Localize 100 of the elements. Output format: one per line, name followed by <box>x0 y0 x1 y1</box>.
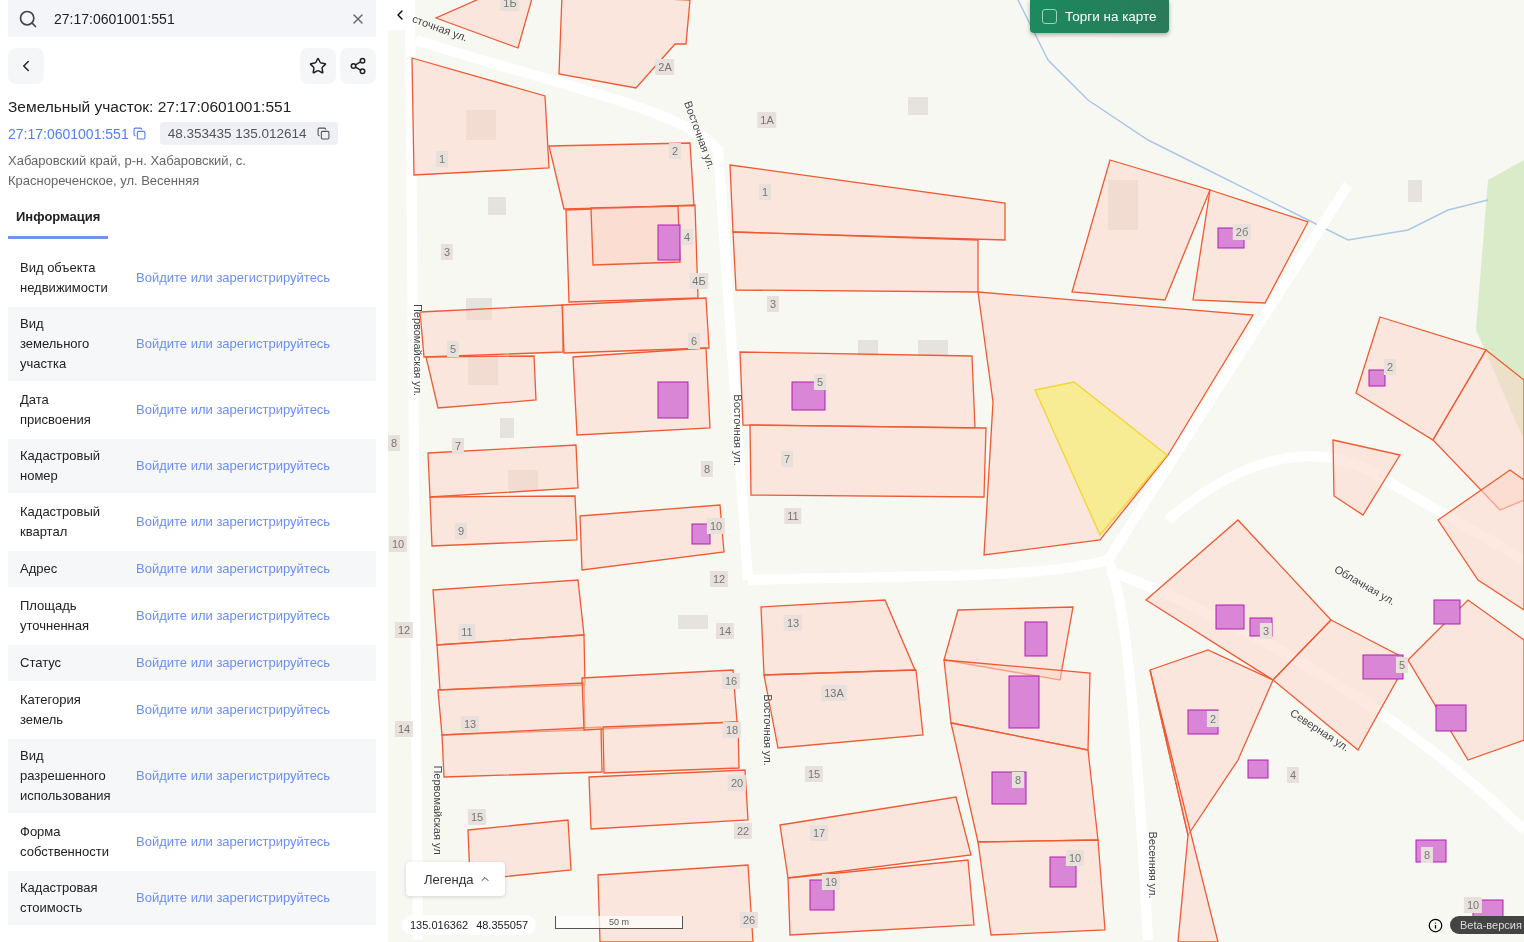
house-number-label: 7 <box>451 438 465 454</box>
house-number-label: 8 <box>700 461 714 477</box>
login-link[interactable]: Войдите или зарегистрируйтесь <box>136 766 364 786</box>
property-label: Категория земель <box>20 691 82 729</box>
copy-icon <box>316 127 330 140</box>
house-number-label: 3 <box>766 296 780 312</box>
street-name-label: Первомайская ул <box>432 765 444 855</box>
copy-icon <box>132 127 146 140</box>
login-link[interactable]: Войдите или зарегистрируйтесь <box>136 606 364 626</box>
beta-badge: Beta-версия <box>1450 916 1524 934</box>
property-label: Площадь уточненная <box>20 597 91 635</box>
house-number-label: 4Б <box>689 273 709 289</box>
house-number-label: 1 <box>758 184 772 200</box>
share-icon <box>349 57 367 75</box>
house-number-label: 10 <box>706 518 726 534</box>
house-number-label: 17 <box>809 825 829 841</box>
house-number-label: 15 <box>467 809 487 825</box>
house-number-label: 20 <box>727 775 747 791</box>
property-label: Дата присвоения <box>20 391 92 429</box>
house-number-label: 16 <box>721 673 741 689</box>
share-button[interactable] <box>340 48 376 84</box>
property-label: Форма собственности <box>20 823 110 861</box>
login-link[interactable]: Войдите или зарегистрируйтесь <box>136 512 364 532</box>
house-number-label: 10 <box>1065 850 1085 866</box>
login-link[interactable]: Войдите или зарегистрируйтесь <box>136 334 364 354</box>
house-number-label: 6 <box>687 333 701 349</box>
house-number-label: 26 <box>739 912 759 928</box>
info-icon <box>1428 918 1443 933</box>
house-number-label: 12 <box>709 571 729 587</box>
coordinates-chip[interactable]: 48.353435 135.012614 <box>159 122 338 145</box>
house-number-label: 2 <box>1206 711 1220 727</box>
property-label: Вид разрешенного использования <box>20 747 112 805</box>
login-link[interactable]: Войдите или зарегистрируйтесь <box>136 653 364 673</box>
house-number-label: 13 <box>460 716 480 732</box>
object-address: Хабаровский край, р-н. Хабаровский, с. Краснореченское, ул. Весенняя <box>8 152 247 190</box>
house-number-label: 19 <box>821 874 841 890</box>
login-link[interactable]: Войдите или зарегистрируйтесь <box>136 400 364 420</box>
house-number-label: 14 <box>715 623 735 639</box>
property-label: Кадастровая стоимость <box>20 879 99 917</box>
coordinate-value: 48.355057 <box>476 919 529 931</box>
house-number-label: 8 <box>1011 772 1025 788</box>
street-name-label: Первомайская ул. <box>412 303 424 397</box>
house-number-label: 4 <box>680 229 694 245</box>
house-number-label: 18 <box>722 722 742 738</box>
house-number-label: 15 <box>804 766 824 782</box>
search-input[interactable]: 27:17:0601001:551 <box>52 9 336 28</box>
login-link[interactable]: Войдите или зарегистрируйтесь <box>136 268 364 288</box>
cadastral-number-link[interactable]: 27:17:0601001:551 <box>8 125 146 142</box>
auctions-toggle-button[interactable]: Торги на карте <box>1030 0 1169 33</box>
house-number-label: 11 <box>784 508 802 524</box>
coordinate-value: 135.016362 <box>410 919 469 931</box>
property-label: Вид объекта недвижимости <box>20 259 109 297</box>
house-number-label: 8 <box>388 435 401 451</box>
house-number-label: 3 <box>1259 623 1273 639</box>
favorite-button[interactable] <box>300 48 336 84</box>
house-number-label: 12 <box>394 622 414 638</box>
street-name-label: Восточная ул. <box>762 694 774 766</box>
property-label: Кадастровый номер <box>20 447 102 485</box>
house-number-label: 2А <box>655 59 675 75</box>
property-label: Адрес <box>20 560 59 578</box>
search-icon <box>18 8 38 29</box>
login-link[interactable]: Войдите или зарегистрируйтесь <box>136 559 364 579</box>
checkbox[interactable] <box>1042 9 1057 24</box>
house-number-label: 13 <box>783 615 803 631</box>
house-number-label: 1Б <box>500 0 520 11</box>
house-number-label: 22 <box>733 823 753 839</box>
property-label: Статус <box>20 654 63 672</box>
login-link[interactable]: Войдите или зарегистрируйтесь <box>136 700 364 720</box>
house-number-label: 3 <box>440 244 454 260</box>
login-link[interactable]: Войдите или зарегистрируйтесь <box>136 832 364 852</box>
login-link[interactable]: Войдите или зарегистрируйтесь <box>136 456 364 476</box>
house-number-label: 10 <box>1463 897 1483 913</box>
house-number-label: 14 <box>394 721 414 737</box>
login-link[interactable]: Войдите или зарегистрируйтесь <box>136 888 364 908</box>
scale-bar: 50 m <box>555 916 683 929</box>
star-icon <box>309 57 327 75</box>
legend-button[interactable]: Легенда <box>406 862 506 896</box>
info-button[interactable] <box>1428 918 1444 934</box>
house-number-label: 2б <box>1232 224 1252 240</box>
house-number-label: 4 <box>1286 767 1300 783</box>
house-number-label: 13А <box>821 685 847 701</box>
house-number-label: 7 <box>780 451 794 467</box>
house-number-label: 9 <box>454 523 468 539</box>
house-number-label: 1А <box>757 112 777 128</box>
house-number-label: 5 <box>813 374 827 390</box>
house-number-label: 2 <box>668 143 682 159</box>
property-label: Кадастровый квартал <box>20 503 102 541</box>
street-name-label: сточная ул. <box>410 12 470 44</box>
house-number-label: 2 <box>1383 359 1397 375</box>
object-title: Земельный участок: 27:17:0601001:551 <box>8 98 293 116</box>
house-number-label: 10 <box>388 536 408 552</box>
street-name-label: Весенняя ул. <box>1147 831 1159 899</box>
search-field[interactable]: 27:17:0601001:551 <box>8 0 376 37</box>
property-label: Вид земельного участка <box>20 315 91 373</box>
house-number-label: 1 <box>435 151 449 167</box>
house-number-label: 5 <box>1395 657 1409 673</box>
info-tab[interactable]: Информация <box>8 205 109 239</box>
house-number-label: 8 <box>1420 847 1434 863</box>
street-name-label: Восточная ул. <box>732 394 744 466</box>
house-number-label: 5 <box>446 341 460 357</box>
